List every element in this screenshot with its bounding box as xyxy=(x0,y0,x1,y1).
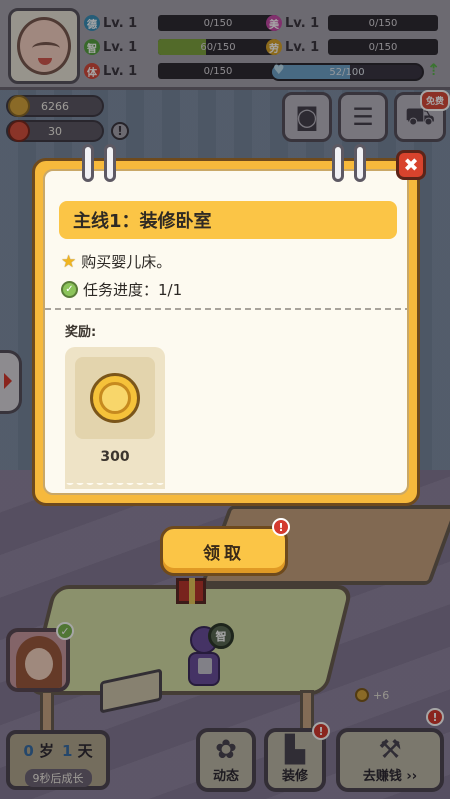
reward-amount: 300 xyxy=(100,449,130,465)
task-progress: ✓ 任务进度：1/1 xyxy=(61,279,182,300)
binder-ring xyxy=(332,144,344,182)
binder-ring xyxy=(104,144,116,182)
task-text: 购买婴儿床。 xyxy=(81,253,172,271)
quest-title: 主线1：装修卧室 xyxy=(73,211,212,232)
game-scene: 智 德 Lv. 1 0/150 智 Lv. 1 60/150 体 Lv. 1 0… xyxy=(0,0,450,799)
star-icon: ★ xyxy=(61,251,77,272)
task-description: ★ 购买婴儿床。 xyxy=(61,251,171,272)
binder-ring xyxy=(82,144,94,182)
coin-icon xyxy=(90,373,140,423)
quest-dialog: 主线1：装修卧室 ★ 购买婴儿床。 ✓ 任务进度：1/1 奖励: 300 xyxy=(32,158,420,506)
quest-paper: 主线1：装修卧室 ★ 购买婴儿床。 ✓ 任务进度：1/1 奖励: 300 xyxy=(43,169,409,495)
binder-ring xyxy=(354,144,366,182)
claim-button[interactable]: 领取 xyxy=(160,526,288,576)
claim-alert-icon: ! xyxy=(272,518,290,536)
quest-title-bar: 主线1：装修卧室 xyxy=(59,201,397,239)
reward-label: 奖励: xyxy=(65,325,97,340)
close-button[interactable]: ✖ xyxy=(396,150,426,180)
coin-inner xyxy=(99,382,131,414)
check-icon: ✓ xyxy=(61,281,78,298)
claim-label: 领取 xyxy=(203,543,245,564)
divider xyxy=(45,308,407,310)
reward-icon-box xyxy=(75,357,155,439)
task-progress-text: 任务进度：1/1 xyxy=(83,281,183,299)
close-icon: ✖ xyxy=(403,154,419,176)
reward-card: 300 xyxy=(65,347,165,489)
